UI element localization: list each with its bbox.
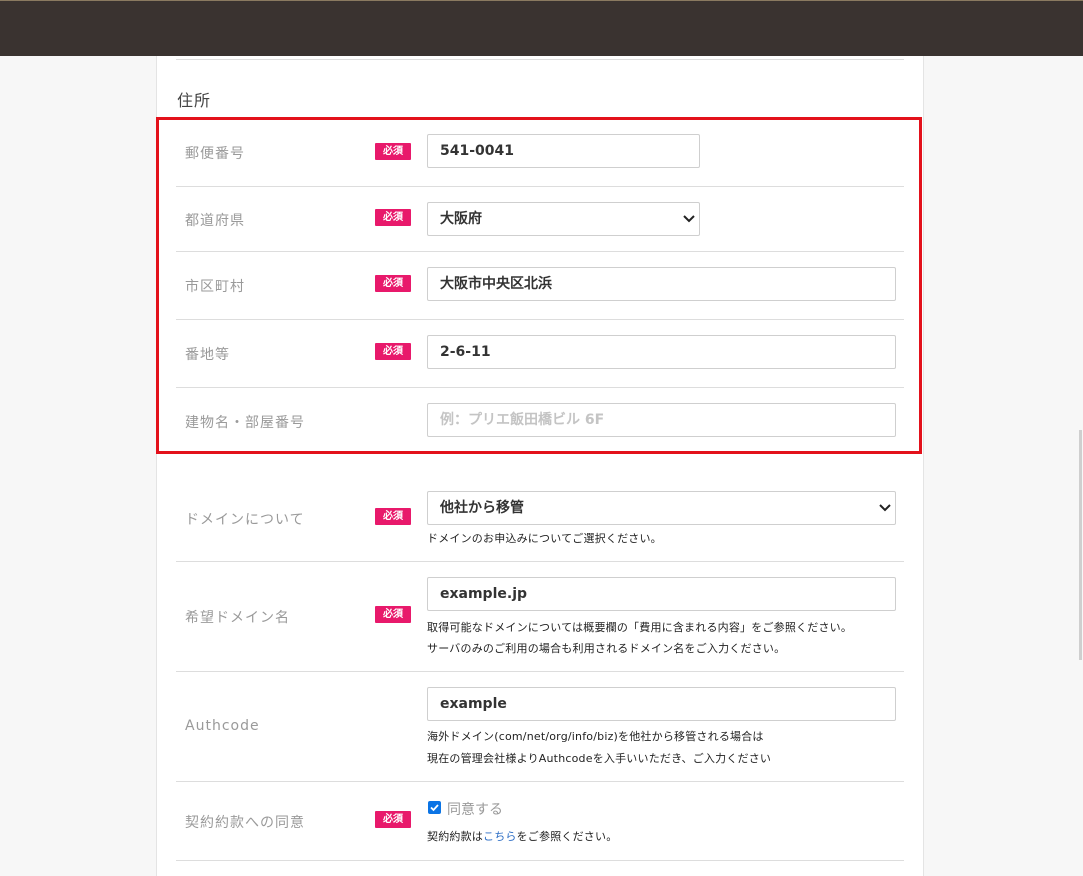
authcode-help-2: 現在の管理会社様よりAuthcodeを入手いいただき、ご入力ください (427, 752, 772, 765)
divider (176, 319, 904, 320)
domain-name-input[interactable]: example.jp (427, 577, 896, 611)
authcode-label: Authcode (185, 718, 260, 734)
checkmark-icon (430, 804, 439, 812)
domain-option-select[interactable]: 他社から移管 (427, 491, 896, 525)
domain-option-help: ドメインのお申込みについてご選択ください。 (427, 532, 662, 545)
city-label: 市区町村 (185, 279, 245, 295)
domain-option-select-value: 他社から移管 (440, 500, 524, 516)
authcode-help-1: 海外ドメイン(com/net/org/info/biz)を他社から移管される場合… (427, 730, 764, 743)
required-badge: 必須 (375, 811, 411, 828)
domain-option-label: ドメインについて (185, 512, 305, 528)
required-badge: 必須 (375, 508, 411, 525)
agreement-label: 契約約款への同意 (185, 815, 305, 831)
chevron-down-icon (879, 504, 891, 512)
domain-name-help-2: サーバのみのご利用の場合も利用されるドメイン名をご入力ください。 (427, 642, 786, 655)
divider (176, 561, 904, 562)
divider (176, 251, 904, 252)
required-badge: 必須 (375, 143, 411, 160)
top-header-bar (0, 0, 1083, 56)
postal-code-input[interactable]: 541-0041 (427, 134, 700, 168)
divider (176, 59, 904, 60)
required-badge: 必須 (375, 275, 411, 292)
divider (176, 186, 904, 187)
postal-code-label: 郵便番号 (185, 146, 245, 162)
required-badge: 必須 (375, 209, 411, 226)
divider (176, 781, 904, 782)
divider (176, 387, 904, 388)
divider (176, 860, 904, 861)
prefecture-select-value: 大阪府 (440, 211, 482, 227)
domain-name-label: 希望ドメイン名 (185, 610, 290, 626)
authcode-input[interactable]: example (427, 687, 896, 721)
agreement-help-suffix: をご参照ください。 (516, 830, 618, 843)
prefecture-select[interactable]: 大阪府 (427, 202, 700, 236)
divider (176, 671, 904, 672)
required-badge: 必須 (375, 606, 411, 623)
prefecture-label: 都道府県 (185, 213, 245, 229)
street-input[interactable]: 2-6-11 (427, 335, 896, 369)
city-input[interactable]: 大阪市中央区北浜 (427, 267, 896, 301)
building-input[interactable]: 例：プリエ飯田橋ビル 6F (427, 403, 896, 437)
domain-name-help-1: 取得可能なドメインについては概要欄の「費用に含まれる内容」をご参照ください。 (427, 621, 853, 634)
section-title-address: 住所 (177, 91, 212, 110)
agreement-help-prefix: 契約約款は (427, 830, 483, 843)
agreement-checkbox-label[interactable]: 同意する (447, 799, 503, 819)
street-label: 番地等 (185, 347, 230, 363)
agreement-checkbox[interactable] (428, 801, 441, 814)
required-badge: 必須 (375, 343, 411, 360)
building-label: 建物名・部屋番号 (185, 415, 305, 431)
agreement-help: 契約約款はこちらをご参照ください。 (427, 828, 617, 844)
chevron-down-icon (683, 215, 695, 223)
scrollbar[interactable] (1079, 430, 1082, 660)
terms-link[interactable]: こちら (483, 830, 517, 843)
